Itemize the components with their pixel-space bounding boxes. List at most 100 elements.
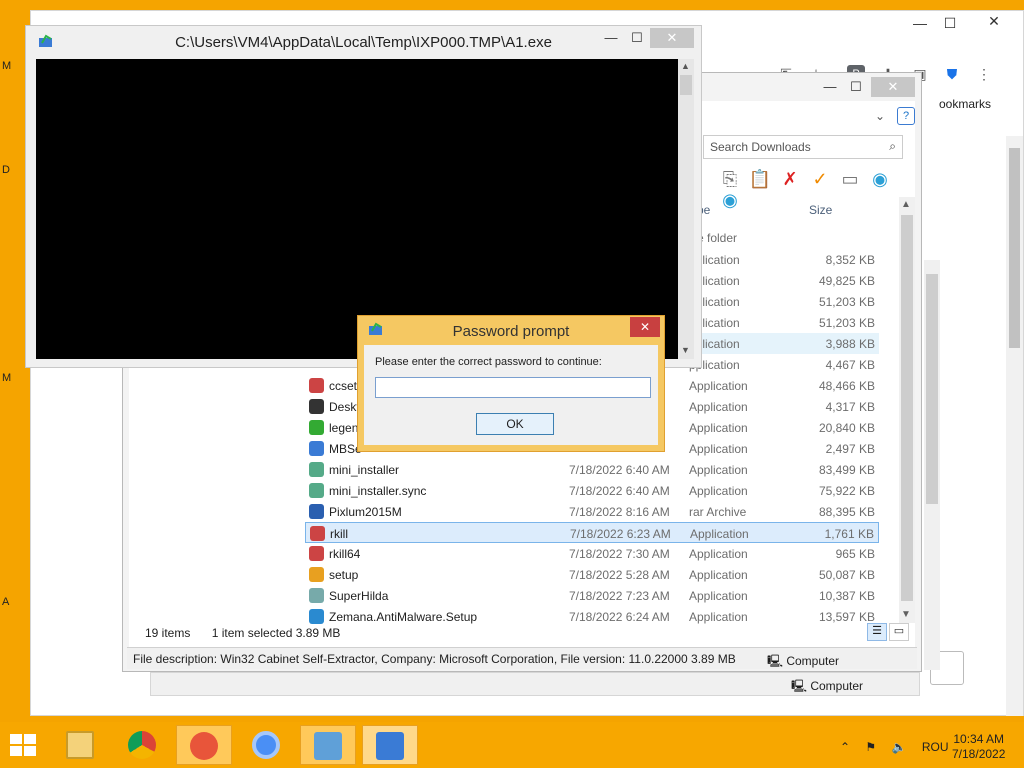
scroll-up-arrow-icon[interactable]: ▲ xyxy=(901,199,911,210)
bookmarks-label[interactable]: ookmarks xyxy=(939,97,991,111)
computer-label: Computer xyxy=(810,679,864,693)
control-panel-icon[interactable] xyxy=(300,725,356,765)
chrome-close-button[interactable]: ✕ xyxy=(979,11,1009,31)
search-input[interactable]: Search Downloads ⌕ xyxy=(703,135,903,159)
file-name: SuperHilda xyxy=(329,589,389,603)
file-size: 4,317 KB xyxy=(825,400,875,414)
table-row[interactable]: Zemana.AntiMalware.Setup 7/18/2022 6:24 A… xyxy=(305,606,879,627)
file-icon xyxy=(309,588,324,603)
clock-time: 10:34 AM xyxy=(953,732,1005,746)
volume-muted-icon[interactable]: 🔈 xyxy=(892,740,907,754)
scroll-thumb[interactable] xyxy=(926,274,938,504)
scroll-thumb[interactable] xyxy=(680,75,692,95)
large-icons-view-icon[interactable]: ▭ xyxy=(889,623,909,641)
file-size: 51,203 KB xyxy=(818,316,875,330)
desktop-icon-label[interactable]: M xyxy=(2,60,11,72)
file-icon xyxy=(310,526,325,541)
file-size: 4,467 KB xyxy=(825,358,875,372)
chrome-minimize-button[interactable]: — xyxy=(905,13,935,33)
menu-dots-icon[interactable]: ⋮ xyxy=(975,65,993,83)
console-maximize-button[interactable]: ☐ xyxy=(624,28,650,48)
file-type: Application xyxy=(689,442,748,456)
file-type: Application xyxy=(689,568,748,582)
keyboard-language[interactable]: ROU xyxy=(922,740,949,754)
table-row[interactable]: mini_installer 7/18/2022 6:40 AM Applicati… xyxy=(305,459,879,480)
console-close-button[interactable]: ✕ xyxy=(650,28,694,48)
file-icon xyxy=(309,504,324,519)
details-view-icon[interactable]: ☰ xyxy=(867,623,887,641)
explorer-statusbar: 19 items 1 item selected 3.89 MB xyxy=(145,626,358,640)
file-name: Zemana.AntiMalware.Setup xyxy=(329,610,478,624)
file-name: rkill64 xyxy=(329,547,361,561)
scroll-thumb[interactable] xyxy=(901,215,913,601)
password-input[interactable] xyxy=(375,377,651,398)
copy-icon[interactable]: ⎘ xyxy=(715,169,745,190)
file-type: Application xyxy=(689,400,748,414)
shield-check-icon[interactable]: ⛊ xyxy=(943,65,961,83)
avast-icon[interactable] xyxy=(176,725,232,765)
desktop-icon-label[interactable]: M xyxy=(2,372,11,384)
ok-button[interactable]: OK xyxy=(476,413,554,435)
file-description: File description: Win32 Cabinet Self-Ext… xyxy=(133,652,736,666)
explorer-minimize-button[interactable]: — xyxy=(817,77,843,97)
chevron-up-icon[interactable]: ⌃ xyxy=(840,740,850,754)
file-icon xyxy=(309,609,324,624)
desktop-icon-label[interactable]: A xyxy=(2,596,9,608)
column-size-header[interactable]: Size xyxy=(809,203,832,217)
chrome-maximize-button[interactable]: ☐ xyxy=(935,13,965,33)
shell-icon-2[interactable]: ◉ xyxy=(715,190,745,211)
file-size: 3,988 KB xyxy=(825,337,875,351)
desktop-icon-label[interactable]: D xyxy=(2,164,10,176)
file-size: 1,761 KB xyxy=(824,527,874,541)
rename-icon[interactable]: ▭ xyxy=(835,169,865,190)
file-explorer-icon[interactable] xyxy=(52,725,108,765)
check-icon[interactable]: ✓ xyxy=(805,169,835,190)
file-name: setup xyxy=(329,568,359,582)
file-type: Application xyxy=(689,547,748,561)
table-row[interactable]: mini_installer.sync 7/18/2022 6:40 AM Appl… xyxy=(305,480,879,501)
chrome-icon[interactable] xyxy=(114,725,170,765)
file-size: 2,497 KB xyxy=(825,442,875,456)
file-icon xyxy=(309,546,324,561)
file-icon xyxy=(309,483,324,498)
table-row[interactable]: SuperHilda 7/18/2022 7:23 AM Application 10… xyxy=(305,585,879,606)
view-toggle: ☰ ▭ xyxy=(867,623,911,641)
delete-icon[interactable]: ✗ xyxy=(775,169,805,190)
file-size: 965 KB xyxy=(835,547,875,561)
table-row[interactable]: rkill 7/18/2022 6:23 AM Application 1,761 K… xyxy=(305,522,879,543)
scroll-thumb[interactable] xyxy=(1009,148,1020,348)
table-row[interactable]: setup 7/18/2022 5:28 AM Application 50,087 … xyxy=(305,564,879,585)
installer-icon[interactable] xyxy=(362,725,418,765)
shell-icon[interactable]: ◉ xyxy=(865,169,895,190)
help-icon[interactable]: ? xyxy=(897,107,915,125)
scroll-down-arrow-icon[interactable]: ▼ xyxy=(681,345,690,355)
dialog-close-button[interactable]: ✕ xyxy=(630,317,660,337)
console-minimize-button[interactable]: — xyxy=(598,28,624,48)
search-icon[interactable]: ⌕ xyxy=(889,139,896,154)
password-dialog[interactable]: Password prompt ✕ Please enter the corre… xyxy=(357,315,665,452)
file-type: Application xyxy=(689,589,748,603)
chevron-down-icon[interactable]: ⌄ xyxy=(875,109,885,123)
clock[interactable]: 10:34 AM 7/18/2022 xyxy=(952,732,1005,762)
file-date: 7/18/2022 7:23 AM xyxy=(569,589,670,603)
explorer-close-button[interactable]: ✕ xyxy=(871,77,915,97)
table-row[interactable]: Pixlum2015M 7/18/2022 8:16 AM rar Archive 8… xyxy=(305,501,879,522)
file-name: mini_installer xyxy=(329,463,400,477)
file-size: 83,499 KB xyxy=(818,463,875,477)
selection-info: 1 item selected 3.89 MB xyxy=(211,626,341,640)
chromium-icon[interactable] xyxy=(238,725,294,765)
background-scrollbar[interactable] xyxy=(924,260,940,670)
scroll-up-arrow-icon[interactable]: ▲ xyxy=(681,61,690,71)
file-icon xyxy=(309,420,324,435)
table-row[interactable]: rkill64 7/18/2022 7:30 AM Application 965 K… xyxy=(305,543,879,564)
windows-start-icon[interactable] xyxy=(10,734,38,758)
action-center-icon[interactable]: ⚑ xyxy=(865,740,876,754)
file-list-scrollbar[interactable]: ▲ ▼ xyxy=(899,197,915,623)
paste-icon[interactable]: 📋 xyxy=(745,169,775,190)
console-output[interactable] xyxy=(36,59,678,359)
scroll-down-arrow-icon[interactable]: ▼ xyxy=(901,609,911,620)
explorer-maximize-button[interactable]: ☐ xyxy=(843,77,869,97)
chrome-scrollbar[interactable] xyxy=(1006,136,1023,716)
file-date: 7/18/2022 5:28 AM xyxy=(569,568,670,582)
console-scrollbar[interactable]: ▲ ▼ xyxy=(678,59,694,359)
